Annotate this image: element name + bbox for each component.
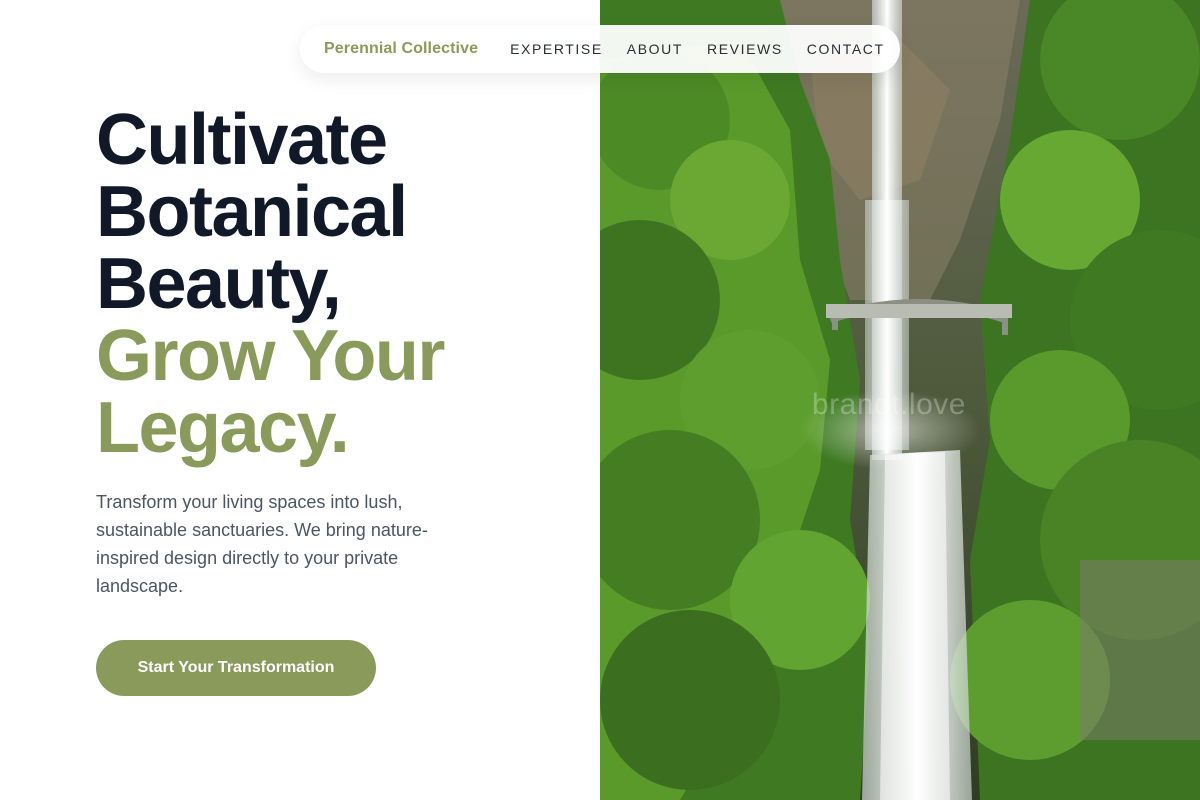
headline-accent-line: Grow Your [96, 316, 445, 396]
nav-link-about[interactable]: ABOUT [627, 41, 683, 57]
nav-link-contact[interactable]: CONTACT [807, 41, 885, 57]
headline-line: Cultivate [96, 100, 388, 180]
hero-headline: Cultivate Botanical Beauty, Grow Your Le… [96, 100, 445, 468]
headline-accent-line: Legacy. [96, 388, 350, 468]
image-watermark: brandt.love [812, 388, 966, 421]
start-transformation-button[interactable]: Start Your Transformation [96, 640, 376, 696]
headline-line: Beauty, [96, 244, 342, 324]
brand-logo-text[interactable]: Perennial Collective [324, 40, 478, 58]
top-navigation: Perennial Collective EXPERTISE ABOUT REV… [300, 25, 900, 73]
hero-description: Transform your living spaces into lush, … [96, 492, 428, 596]
nav-link-reviews[interactable]: REVIEWS [707, 41, 783, 57]
nav-links: EXPERTISE ABOUT REVIEWS CONTACT [510, 41, 885, 57]
headline-line: Botanical [96, 172, 408, 252]
nav-link-expertise[interactable]: EXPERTISE [510, 41, 603, 57]
